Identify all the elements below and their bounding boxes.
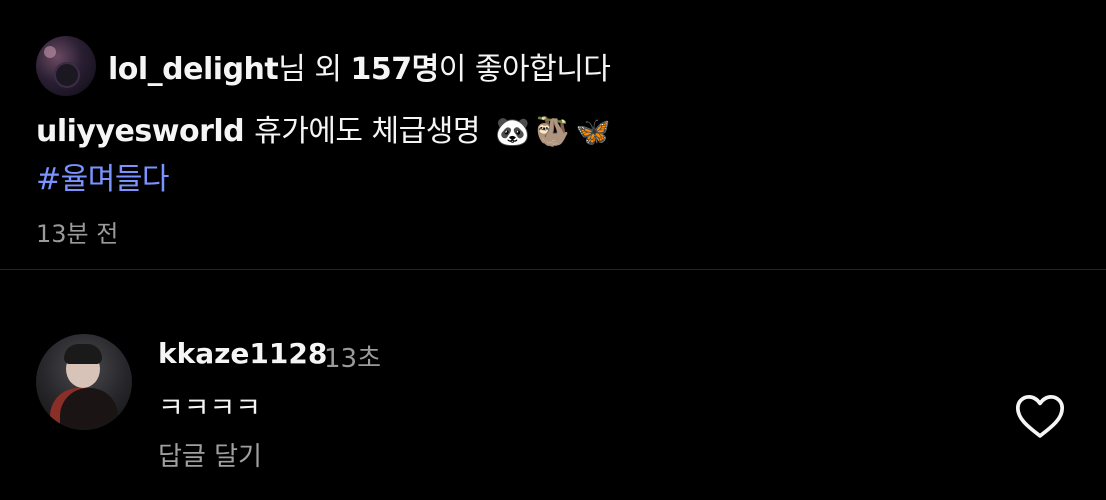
commenter-avatar[interactable] — [36, 334, 132, 430]
likes-text-end: 이 좋아합니다 — [438, 52, 611, 87]
liker-username[interactable]: lol_delight — [108, 52, 279, 87]
likes-text: lol_delight님 외 157명이 좋아합니다 — [108, 44, 611, 88]
avatar-hair-shape — [64, 344, 102, 364]
panda-emoji: 🐼 — [495, 115, 530, 148]
likes-text-mid: 님 외 — [278, 52, 351, 87]
likes-count[interactable]: 157명 — [351, 52, 440, 87]
sloth-emoji: 🦥 — [535, 115, 570, 148]
post-hashtag[interactable]: #율며들다 — [36, 154, 170, 198]
comment-text: ㅋㅋㅋㅋ — [158, 391, 262, 424]
butterfly-emoji: 🦋 — [575, 115, 611, 148]
post-author-username[interactable]: uliyyesworld — [36, 114, 245, 149]
comment-time: 13초 — [324, 344, 382, 374]
commenter-username[interactable]: kkaze1128 — [158, 337, 327, 370]
likes-summary: lol_delight님 외 157명이 좋아합니다 — [36, 36, 611, 96]
post-time: 13분 전 — [36, 220, 119, 248]
liker-avatar[interactable] — [36, 36, 96, 96]
post-caption-text: 휴가에도 체급생명 — [254, 114, 480, 149]
heart-outline-icon[interactable] — [1012, 388, 1068, 444]
divider — [0, 269, 1106, 270]
reply-button[interactable]: 답글 달기 — [158, 436, 262, 473]
avatar-body-shape — [50, 388, 118, 430]
post-caption: uliyyesworld 휴가에도 체급생명 🐼 🦥 🦋 — [36, 106, 611, 150]
